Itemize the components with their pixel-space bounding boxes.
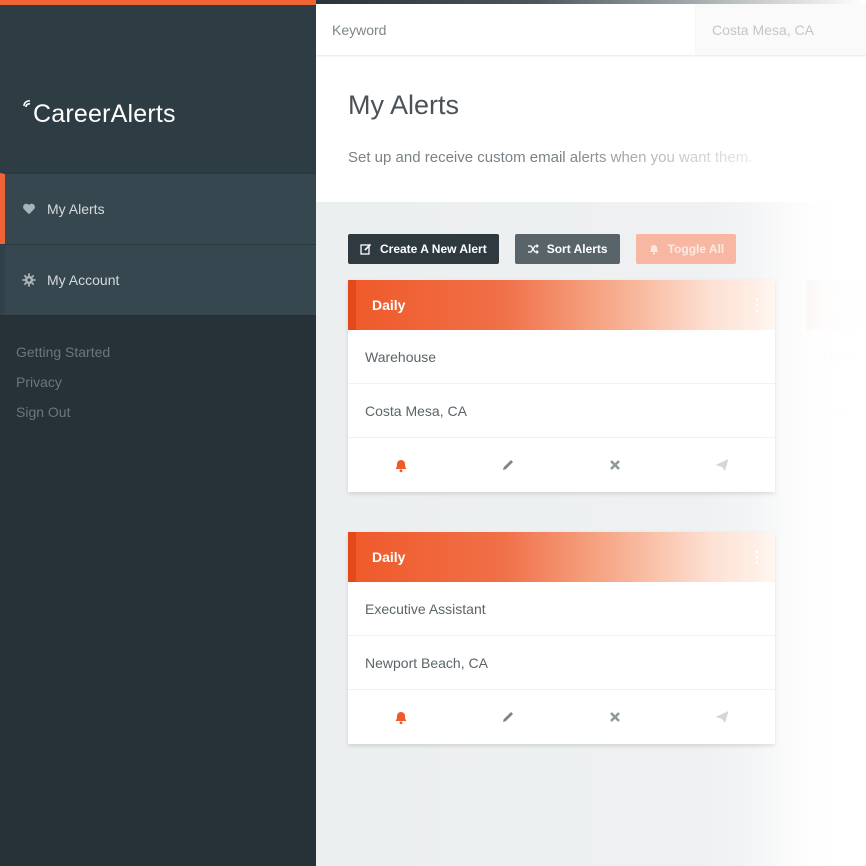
pencil-icon	[503, 712, 514, 722]
privacy-link[interactable]: Privacy	[16, 367, 110, 397]
alert-card: Daily Warehouse Costa Mesa, CA	[348, 280, 775, 492]
alert-actions	[348, 438, 775, 492]
alert-notify-button[interactable]	[348, 457, 455, 473]
close-icon	[609, 460, 620, 470]
toggle-all-button[interactable]: Toggle All	[635, 234, 737, 264]
sidebar-item-my-account[interactable]: My Account	[0, 244, 316, 315]
edit-square-icon	[360, 243, 372, 255]
page-title: My Alerts	[348, 90, 460, 120]
alert-send-button[interactable]	[668, 709, 775, 725]
sidebar-item-label: My Account	[47, 272, 120, 288]
heart-icon	[21, 201, 37, 217]
alert-frequency: Daily	[372, 549, 406, 565]
alert-frequency: Daily	[372, 297, 406, 313]
alert-location: Costa Mesa, CA	[348, 384, 775, 438]
bell-icon	[395, 460, 407, 473]
getting-started-link[interactable]: Getting Started	[16, 337, 110, 367]
partial-alert-card: Dai Data Tust	[806, 280, 866, 494]
alert-keyword: Executive Assistant	[348, 582, 775, 636]
toggle-all-label: Toggle All	[667, 242, 725, 256]
close-icon	[609, 712, 620, 722]
main-content: My Alerts Set up and receive custom emai…	[316, 57, 866, 866]
send-icon	[715, 711, 729, 723]
sidebar-nav: My Alerts My Account	[0, 173, 316, 316]
alert-card-header: Daily	[348, 532, 775, 582]
partial-card-location: Tust	[823, 403, 850, 419]
alert-card-header: Daily	[348, 280, 775, 330]
sidebar-links: Getting Started Privacy Sign Out	[16, 337, 110, 427]
sign-out-link[interactable]: Sign Out	[16, 397, 110, 427]
subtitle-fade	[566, 142, 866, 172]
create-alert-label: Create A New Alert	[380, 242, 487, 256]
bell-icon	[648, 243, 660, 255]
sidebar-item-label: My Alerts	[47, 201, 105, 217]
sidebar-item-my-alerts[interactable]: My Alerts	[0, 173, 316, 244]
sidebar: CareerAlerts My Alerts My Account Gettin…	[0, 0, 316, 866]
alert-delete-button[interactable]	[562, 709, 669, 725]
app-logo[interactable]: CareerAlerts	[22, 100, 176, 129]
brand-area: CareerAlerts	[0, 5, 316, 173]
alert-delete-button[interactable]	[562, 457, 669, 473]
search-bar: Keyword Costa Mesa, CA	[316, 0, 866, 57]
sort-alerts-button[interactable]: Sort Alerts	[514, 234, 620, 264]
location-input[interactable]: Costa Mesa, CA	[696, 4, 866, 56]
alert-notify-button[interactable]	[348, 709, 455, 725]
bell-icon	[395, 712, 407, 725]
alert-location: Newport Beach, CA	[348, 636, 775, 690]
alert-actions	[348, 690, 775, 744]
keyword-input[interactable]: Keyword	[316, 4, 695, 56]
send-icon	[715, 459, 729, 471]
alert-card: Daily Executive Assistant Newport Beach,…	[348, 532, 775, 744]
sort-alerts-label: Sort Alerts	[546, 242, 608, 256]
alert-edit-button[interactable]	[455, 709, 562, 725]
partial-card-header: Dai	[806, 280, 866, 330]
create-alert-button[interactable]: Create A New Alert	[348, 234, 499, 264]
alerts-toolbar: Create A New Alert Sort Alerts Toggle Al…	[348, 234, 737, 264]
alert-keyword: Warehouse	[348, 330, 775, 384]
alert-send-button[interactable]	[668, 457, 775, 473]
alert-edit-button[interactable]	[455, 457, 562, 473]
nav-divider	[0, 315, 316, 316]
pencil-icon	[503, 460, 514, 470]
partial-card-keyword: Data	[823, 349, 853, 365]
more-vertical-icon[interactable]	[755, 549, 759, 565]
alerts-area: Create A New Alert Sort Alerts Toggle Al…	[316, 202, 866, 866]
more-vertical-icon[interactable]	[755, 297, 759, 313]
app-logo-text: CareerAlerts	[33, 100, 176, 128]
gear-icon	[21, 272, 37, 288]
shuffle-icon	[527, 243, 539, 255]
